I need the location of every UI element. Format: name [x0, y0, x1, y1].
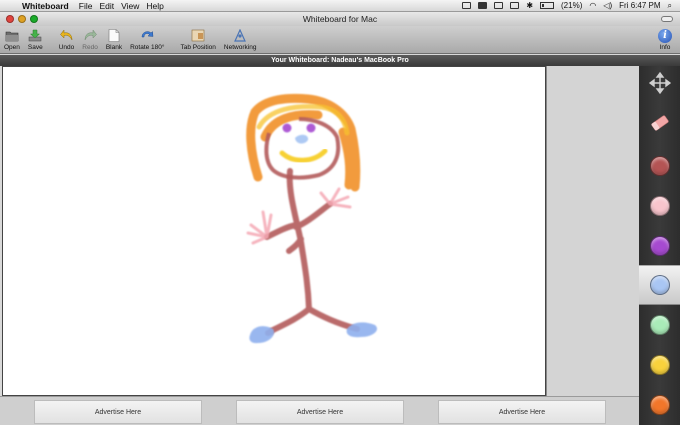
drawing-canvas[interactable]	[2, 66, 546, 396]
whiteboard-caption: Your Whiteboard: Nadeau's MacBook Pro	[0, 55, 680, 66]
menu-edit[interactable]: Edit	[99, 1, 121, 11]
open-button[interactable]: Open	[0, 26, 24, 53]
zoom-window-button[interactable]	[30, 15, 38, 23]
toolbar-toggle-button[interactable]	[661, 16, 673, 22]
purple-swatch-icon	[649, 235, 670, 256]
menu-bar: Whiteboard File Edit View Help ✱ (21%) ◠…	[0, 0, 680, 12]
pink-swatch-icon	[649, 195, 670, 216]
blank-label: Blank	[105, 44, 123, 51]
save-download-icon	[28, 29, 42, 42]
status-display-icon[interactable]	[510, 2, 520, 9]
yellow-swatch-icon	[649, 355, 670, 376]
window-title: Whiteboard for Mac	[302, 14, 378, 24]
tool-palette	[639, 66, 680, 425]
save-button[interactable]: Save	[24, 26, 47, 53]
canvas-margin	[546, 66, 640, 396]
eraser-tool[interactable]	[639, 106, 680, 146]
blank-page-icon	[107, 29, 121, 42]
menu-view[interactable]: View	[121, 1, 146, 11]
folder-icon	[5, 29, 19, 42]
ad-slot-1-text: Advertise Here	[94, 408, 142, 416]
ad-slot-3-text: Advertise Here	[498, 408, 546, 416]
red-swatch-icon	[649, 155, 670, 176]
ad-slot-1[interactable]: Advertise Here	[34, 400, 202, 424]
info-button[interactable]: i Info	[654, 26, 680, 53]
volume-icon[interactable]: ◁)	[603, 1, 612, 10]
redo-arrow-icon	[83, 29, 97, 42]
battery-percent: (21%)	[561, 1, 583, 10]
tab-position-label: Tab Position	[180, 44, 216, 51]
bluetooth-icon[interactable]: ✱	[526, 1, 533, 10]
wifi-icon[interactable]: ◠	[589, 1, 596, 10]
tab-position-button[interactable]: Tab Position	[177, 26, 220, 53]
undo-label: Undo	[58, 44, 75, 51]
status-dark-icon[interactable]	[478, 2, 488, 9]
color-pink[interactable]	[639, 186, 680, 226]
blank-button[interactable]: Blank	[102, 26, 126, 53]
undo-button[interactable]: Undo	[55, 26, 79, 53]
menu-file[interactable]: File	[79, 1, 100, 11]
color-purple[interactable]	[639, 226, 680, 266]
menu-help[interactable]: Help	[146, 1, 170, 11]
ad-slot-3[interactable]: Advertise Here	[438, 400, 606, 424]
undo-arrow-icon	[59, 29, 74, 42]
stick-figure-drawing	[246, 93, 378, 344]
info-label: Info	[659, 44, 671, 51]
status-app-icon[interactable]	[462, 2, 472, 9]
color-orange[interactable]	[639, 385, 680, 425]
color-light-green[interactable]	[639, 305, 680, 345]
color-red[interactable]	[639, 146, 680, 186]
redo-button[interactable]: Redo	[78, 26, 102, 53]
rotate-button[interactable]: Rotate 180°	[126, 26, 168, 53]
ad-slot-2[interactable]: Advertise Here	[236, 400, 404, 424]
light-blue-swatch-icon	[649, 275, 670, 296]
tab-position-icon	[191, 29, 205, 42]
redo-label: Redo	[82, 44, 98, 51]
move-icon	[648, 72, 671, 99]
color-light-blue[interactable]	[639, 265, 680, 306]
orange-swatch-icon	[649, 395, 670, 416]
move-tool[interactable]	[639, 66, 680, 106]
info-icon: i	[658, 28, 672, 43]
open-label: Open	[4, 44, 20, 51]
light-green-swatch-icon	[649, 315, 670, 336]
spotlight-search-icon[interactable]: ⌕	[668, 1, 672, 11]
ad-slot-2-text: Advertise Here	[296, 408, 344, 416]
networking-button[interactable]: Networking	[220, 26, 261, 53]
status-window-icon[interactable]	[494, 2, 504, 9]
menu-app-name[interactable]: Whiteboard	[22, 1, 79, 11]
battery-icon[interactable]	[540, 2, 555, 9]
ad-bar: Advertise Here Advertise Here Advertise …	[0, 396, 639, 425]
networking-icon	[233, 29, 247, 42]
minimize-window-button[interactable]	[18, 15, 26, 23]
save-label: Save	[27, 44, 43, 51]
window-titlebar: Whiteboard for Mac	[0, 12, 680, 26]
rotate-icon	[140, 29, 154, 42]
networking-label: Networking	[223, 44, 257, 51]
color-yellow[interactable]	[639, 345, 680, 385]
eraser-icon	[649, 112, 671, 139]
menu-clock[interactable]: Fri 6:47 PM	[619, 1, 660, 10]
toolbar: Open Save Undo Redo Blank Rotate 180° Ta…	[0, 26, 680, 54]
close-window-button[interactable]	[6, 15, 14, 23]
rotate-label: Rotate 180°	[130, 44, 165, 51]
